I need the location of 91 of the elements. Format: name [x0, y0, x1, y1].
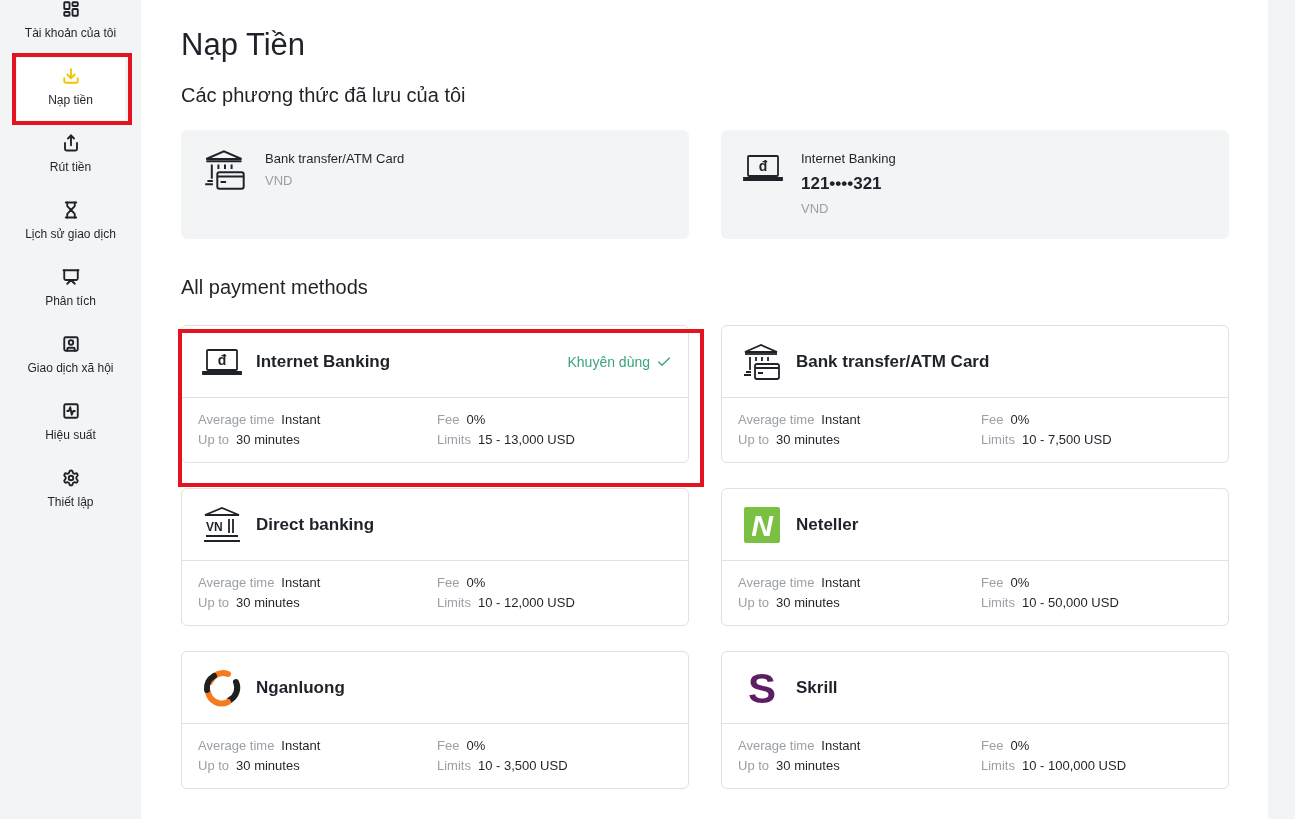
payment-method-card[interactable]: S Skrill Average time Instant Fee 0% Up to 30 minutes Limits 10 - 100,000 USD — [721, 651, 1229, 789]
page-title: Nạp Tiền — [181, 26, 307, 64]
detail-label: Limits — [981, 594, 1015, 612]
detail-label: Up to — [738, 594, 770, 612]
method-name: Direct banking — [256, 514, 376, 535]
detail-label: Limits — [437, 594, 471, 612]
detail-label: Up to — [198, 757, 230, 775]
detail-label: Average time — [738, 411, 815, 429]
detail-value: 30 minutes — [776, 757, 840, 775]
detail-label: Limits — [437, 431, 471, 449]
method-name: Neteller — [796, 514, 860, 535]
sidebar-icon — [61, 469, 80, 487]
payment-method-card[interactable]: đ Internet Banking Khuyên dùng Average time Instant Fee 0% Up to 30 minutes Limits 15 - 13,000 USD — [181, 325, 689, 463]
detail-label: Up to — [738, 431, 770, 449]
detail-label: Fee — [981, 411, 1004, 429]
payment-method-card[interactable]: Bank transfer/ATM Card Average time Instant Fee 0% Up to 30 minutes Limits 10 - 7,500 USD — [721, 325, 1229, 463]
method-name: Nganluong — [256, 677, 346, 698]
recommended-label: Khuyên dùng — [567, 353, 672, 370]
detail-value: 30 minutes — [776, 431, 840, 449]
detail-value: 30 minutes — [776, 594, 840, 612]
detail-value: 10 - 100,000 USD — [1021, 757, 1127, 775]
sidebar-icon — [61, 67, 80, 85]
detail-value: Instant — [281, 574, 321, 592]
detail-value: 0% — [1010, 737, 1030, 755]
detail-label: Limits — [981, 757, 1015, 775]
detail-label: Up to — [738, 757, 770, 775]
detail-value: Instant — [281, 411, 321, 429]
payment-method-card[interactable]: VN Direct banking Average time Instant Fee 0% Up to 30 minutes Limits 10 - 12,000 USD — [181, 488, 689, 626]
detail-label: Fee — [437, 737, 460, 755]
detail-label: Limits — [981, 431, 1015, 449]
currency: VND — [801, 200, 830, 218]
detail-value: 0% — [466, 574, 486, 592]
detail-value: 30 minutes — [236, 431, 300, 449]
sidebar-item[interactable]: Rút tiền — [16, 125, 125, 187]
sidebar-item[interactable]: Nạp tiền — [16, 58, 125, 120]
detail-label: Fee — [981, 574, 1004, 592]
detail-label: Average time — [738, 737, 815, 755]
sidebar-item[interactable]: Tài khoản của tôi — [16, 0, 125, 53]
detail-label: Average time — [198, 574, 275, 592]
detail-value: 0% — [466, 737, 486, 755]
sidebar-icon — [61, 402, 80, 420]
detail-label: Average time — [198, 411, 275, 429]
saved-method-card[interactable]: Bank transfer/ATM Card VND — [181, 130, 689, 239]
sidebar-icon — [61, 268, 80, 286]
detail-value: 0% — [1010, 574, 1030, 592]
bank-card-icon — [742, 341, 782, 382]
detail-label: Up to — [198, 431, 230, 449]
sidebar-item[interactable]: Giao dịch xã hội — [16, 326, 125, 388]
saved-method-card[interactable]: đ Internet Banking 121••••321 VND — [721, 130, 1229, 239]
detail-value: 30 minutes — [236, 594, 300, 612]
detail-value: Instant — [281, 737, 321, 755]
section-title: All payment methods — [181, 275, 369, 299]
currency: VND — [265, 172, 294, 190]
sidebar-item[interactable]: Hiệu suất — [16, 393, 125, 455]
payment-method-card[interactable]: Nganluong Average time Instant Fee 0% Up to 30 minutes Limits 10 - 3,500 USD — [181, 651, 689, 789]
detail-label: Average time — [738, 574, 815, 592]
detail-value: 0% — [1010, 411, 1030, 429]
bank-card-icon — [203, 148, 247, 192]
detail-label: Average time — [198, 737, 275, 755]
detail-label: Fee — [437, 574, 460, 592]
neteller-logo: N — [742, 504, 782, 545]
detail-value: Instant — [821, 574, 861, 592]
detail-value: Instant — [821, 737, 861, 755]
detail-value: 0% — [466, 411, 486, 429]
skrill-logo: S — [742, 667, 782, 708]
detail-value: Instant — [821, 411, 861, 429]
detail-value: 10 - 12,000 USD — [477, 594, 575, 612]
sidebar-icon — [61, 0, 80, 18]
sidebar-item[interactable]: Thiết lập — [16, 460, 125, 522]
detail-value: 10 - 3,500 USD — [477, 757, 568, 775]
detail-label: Fee — [981, 737, 1004, 755]
sidebar-item[interactable]: Lịch sử giao dịch — [16, 192, 125, 254]
detail-value: 15 - 13,000 USD — [477, 431, 575, 449]
method-name: Internet Banking — [801, 150, 896, 168]
detail-label: Up to — [198, 594, 230, 612]
detail-value: 10 - 7,500 USD — [1021, 431, 1112, 449]
account-number: 121••••321 — [801, 173, 883, 195]
sidebar-item[interactable]: Phân tích — [16, 259, 125, 321]
detail-label: Fee — [437, 411, 460, 429]
sidebar-icon — [61, 134, 80, 152]
method-name: Bank transfer/ATM Card — [265, 150, 405, 168]
sidebar-icon — [61, 335, 80, 353]
method-name: Skrill — [796, 677, 839, 698]
detail-value: 10 - 50,000 USD — [1021, 594, 1119, 612]
method-name: Bank transfer/ATM Card — [796, 351, 991, 372]
method-name: Internet Banking — [256, 351, 392, 372]
swirl-logo — [202, 667, 242, 708]
payment-method-card[interactable]: N Neteller Average time Instant Fee 0% Up to 30 minutes Limits 10 - 50,000 USD — [721, 488, 1229, 626]
detail-value: 30 minutes — [236, 757, 300, 775]
detail-label: Limits — [437, 757, 471, 775]
section-title: Các phương thức đã lưu của tôi — [181, 83, 467, 107]
